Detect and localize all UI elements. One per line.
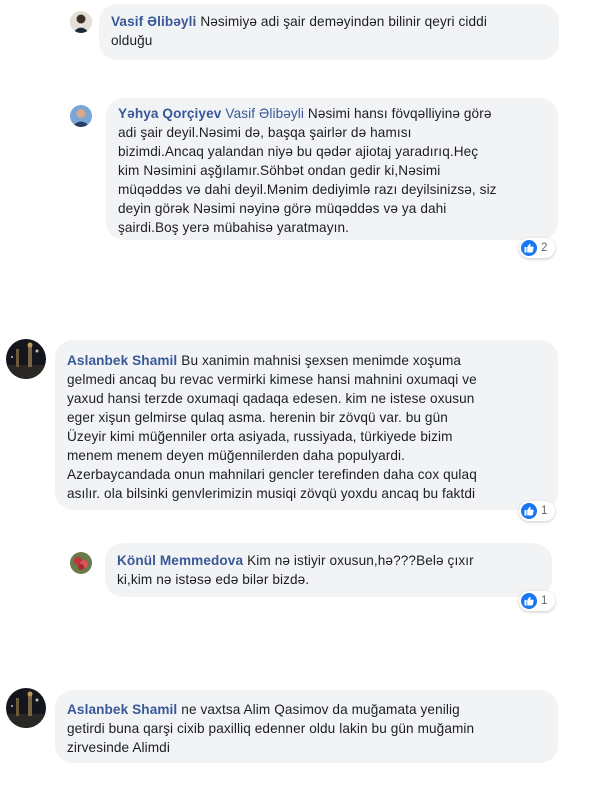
comment-author[interactable]: Aslanbek Shamil: [67, 353, 177, 368]
comment-bubble: Vasif Əlibəyli Nəsimiyə adi şair deməyind…: [99, 4, 559, 60]
like-icon: [521, 240, 537, 256]
avatar[interactable]: [6, 339, 46, 379]
comment-text: Bu xanimin mahnisi şexsen menimde xoşuma…: [67, 353, 477, 501]
comment-yehya: Yəhya Qorçiyev Vasif Əlibəyli Nəsimi hans…: [0, 90, 600, 270]
reaction-count[interactable]: 2: [519, 238, 555, 258]
avatar[interactable]: [70, 552, 92, 574]
comment-author[interactable]: Yəhya Qorçiyev: [118, 106, 221, 121]
avatar[interactable]: [6, 688, 46, 728]
mention-link[interactable]: Vasif Əlibəyli: [225, 106, 304, 121]
comment-author[interactable]: Aslanbek Shamil: [67, 702, 177, 717]
comment-text: Nəsimi hansı fövqəlliyinə görə adi şair …: [118, 106, 497, 235]
reaction-count[interactable]: 1: [519, 501, 555, 521]
comment-aslanbek-2: Aslanbek Shamil ne vaxtsa Alim Qasimov da…: [0, 680, 600, 792]
comment-author[interactable]: Könül Memmedova: [117, 553, 243, 568]
like-icon: [521, 503, 537, 519]
reaction-count[interactable]: 1: [519, 591, 555, 611]
comment-bubble: Aslanbek Shamil ne vaxtsa Alim Qasimov da…: [55, 690, 558, 763]
comment-bubble: Yəhya Qorçiyev Vasif Əlibəyli Nəsimi hans…: [106, 98, 558, 240]
avatar[interactable]: [70, 105, 92, 127]
comment-vasif: Vasif Əlibəyli Nəsimiyə adi şair deməyind…: [0, 0, 600, 70]
comment-author[interactable]: Vasif Əlibəyli: [111, 14, 196, 29]
like-icon: [521, 593, 537, 609]
comment-bubble: Aslanbek Shamil Bu xanimin mahnisi şexsen…: [55, 340, 558, 510]
comment-konul: Könül Memmedova Kim nə istiyir oxusun,hə?…: [0, 538, 600, 618]
comment-bubble: Könül Memmedova Kim nə istiyir oxusun,hə?…: [105, 543, 552, 597]
reaction-number: 1: [541, 595, 548, 607]
reaction-number: 1: [541, 505, 548, 517]
comment-aslanbek-1: Aslanbek Shamil Bu xanimin mahnisi şexsen…: [0, 330, 600, 525]
reaction-number: 2: [541, 242, 548, 254]
avatar[interactable]: [70, 11, 92, 33]
